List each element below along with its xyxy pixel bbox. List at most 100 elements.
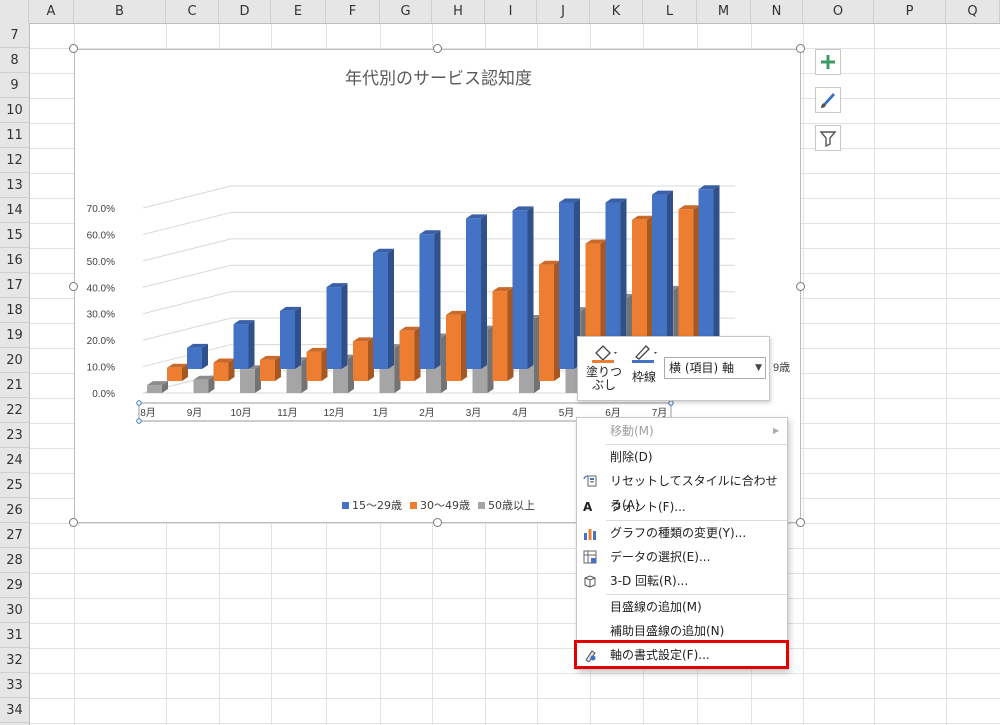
select-all-corner[interactable] xyxy=(0,0,29,23)
legend-entry[interactable]: 30〜49歳 xyxy=(410,497,470,513)
bar-side xyxy=(295,306,301,369)
row-header-9[interactable]: 9 xyxy=(0,73,29,98)
row-header-32[interactable]: 32 xyxy=(0,648,29,673)
menu-item-font[interactable]: A フォント(F)... xyxy=(577,495,787,519)
x-tick-label: 1月 xyxy=(373,407,389,419)
row-gridline xyxy=(30,698,1000,699)
bar-side xyxy=(341,283,348,369)
row-header-19[interactable]: 19 xyxy=(0,323,29,348)
menu-item-3d-rotation[interactable]: 3-D 回転(R)... xyxy=(577,569,787,593)
row-header-33[interactable]: 33 xyxy=(0,673,29,698)
row-header-12[interactable]: 12 xyxy=(0,148,29,173)
resize-handle-bl[interactable] xyxy=(69,518,78,527)
plus-icon xyxy=(821,55,835,69)
resize-handle-br[interactable] xyxy=(796,518,805,527)
chart-elements-button[interactable] xyxy=(815,49,841,75)
bar-side xyxy=(248,320,255,369)
outline-button[interactable]: 枠線 xyxy=(626,341,662,384)
column-header-p[interactable]: P xyxy=(874,0,946,23)
chart-element-select[interactable]: 横 (項目) 軸 ▼ xyxy=(664,357,766,379)
resize-handle-tr[interactable] xyxy=(796,44,805,53)
row-header-15[interactable]: 15 xyxy=(0,223,29,248)
column-header-n[interactable]: N xyxy=(751,0,803,23)
resize-handle-tl[interactable] xyxy=(69,44,78,53)
menu-item-reset-style[interactable]: リセットしてスタイルに合わせる(A) xyxy=(577,469,787,512)
legend-label: 15〜29歳 xyxy=(352,499,402,512)
column-header-f[interactable]: F xyxy=(326,0,380,23)
menu-item-move[interactable]: 移動(M) ▶ xyxy=(577,419,787,443)
row-header-14[interactable]: 14 xyxy=(0,198,29,223)
row-header-18[interactable]: 18 xyxy=(0,298,29,323)
y-tick-label: 50.0% xyxy=(87,257,115,268)
column-header-j[interactable]: J xyxy=(537,0,590,23)
row-header-27[interactable]: 27 xyxy=(0,523,29,548)
menu-item-add-gridlines[interactable]: 目盛線の追加(M) xyxy=(577,595,787,619)
column-header-e[interactable]: E xyxy=(271,0,326,23)
gridline-side xyxy=(142,185,232,209)
row-header-10[interactable]: 10 xyxy=(0,98,29,123)
bar xyxy=(559,202,574,369)
column-header-m[interactable]: M xyxy=(697,0,751,23)
column-header-l[interactable]: L xyxy=(643,0,697,23)
axis-handle xyxy=(668,400,674,406)
column-header-d[interactable]: D xyxy=(219,0,271,23)
row-header-23[interactable]: 23 xyxy=(0,423,29,448)
bar xyxy=(492,291,508,381)
row-header-34[interactable]: 34 xyxy=(0,698,29,723)
row-header-24[interactable]: 24 xyxy=(0,448,29,473)
menu-item-change-chart-type[interactable]: グラフの種類の変更(Y)... xyxy=(577,521,787,545)
legend-swatch xyxy=(342,502,349,509)
gridline-side xyxy=(142,264,232,288)
resize-handle-bc[interactable] xyxy=(433,518,442,527)
column-header-b[interactable]: B xyxy=(74,0,166,23)
font-icon: A xyxy=(583,500,593,514)
column-header-a[interactable]: A xyxy=(29,0,74,23)
row-header-21[interactable]: 21 xyxy=(0,373,29,398)
chart-filters-button[interactable] xyxy=(815,125,841,151)
column-header-c[interactable]: C xyxy=(166,0,219,23)
legend-entry[interactable]: 15〜29歳 xyxy=(342,497,402,513)
row-header-8[interactable]: 8 xyxy=(0,48,29,73)
legend-entry[interactable]: 50歳以上 xyxy=(478,497,535,513)
resize-handle-mr[interactable] xyxy=(796,282,805,291)
fill-button[interactable]: 塗りつ ぶし xyxy=(584,341,624,392)
row-header-29[interactable]: 29 xyxy=(0,573,29,598)
row-header-13[interactable]: 13 xyxy=(0,173,29,198)
row-header-20[interactable]: 20 xyxy=(0,348,29,373)
column-header-q[interactable]: Q xyxy=(946,0,1000,23)
legend-label: 30〜49歳 xyxy=(420,499,470,512)
row-header-30[interactable]: 30 xyxy=(0,598,29,623)
menu-item-select-data[interactable]: データの選択(E)... xyxy=(577,545,787,569)
y-tick-label: 0.0% xyxy=(92,389,115,400)
menu-item-delete[interactable]: 削除(D) xyxy=(577,445,787,469)
column-header-k[interactable]: K xyxy=(590,0,643,23)
row-header-16[interactable]: 16 xyxy=(0,248,29,273)
row-header-7[interactable]: 7 xyxy=(0,23,29,48)
chart-styles-button[interactable] xyxy=(815,87,841,113)
resize-handle-ml[interactable] xyxy=(69,282,78,291)
row-header-26[interactable]: 26 xyxy=(0,498,29,523)
bar xyxy=(539,264,554,381)
row-header-31[interactable]: 31 xyxy=(0,623,29,648)
row-header-28[interactable]: 28 xyxy=(0,548,29,573)
filter-icon xyxy=(819,131,837,148)
column-header-g[interactable]: G xyxy=(380,0,432,23)
menu-item-label: 目盛線の追加(M) xyxy=(610,600,702,614)
bar xyxy=(466,218,481,369)
column-header-o[interactable]: O xyxy=(803,0,874,23)
chart-type-icon xyxy=(584,529,596,540)
row-header-11[interactable]: 11 xyxy=(0,123,29,148)
bar xyxy=(399,330,415,381)
x-tick-label: 2月 xyxy=(419,407,435,419)
row-gridline xyxy=(30,673,1000,674)
column-header-h[interactable]: H xyxy=(432,0,485,23)
x-tick-label: 11月 xyxy=(277,407,297,419)
legend-label: 50歳以上 xyxy=(488,499,535,512)
bar xyxy=(446,314,461,381)
row-header-22[interactable]: 22 xyxy=(0,398,29,423)
row-header-17[interactable]: 17 xyxy=(0,273,29,298)
row-header-25[interactable]: 25 xyxy=(0,473,29,498)
column-header-i[interactable]: I xyxy=(485,0,537,23)
resize-handle-tc[interactable] xyxy=(433,44,442,53)
bar xyxy=(187,347,202,369)
